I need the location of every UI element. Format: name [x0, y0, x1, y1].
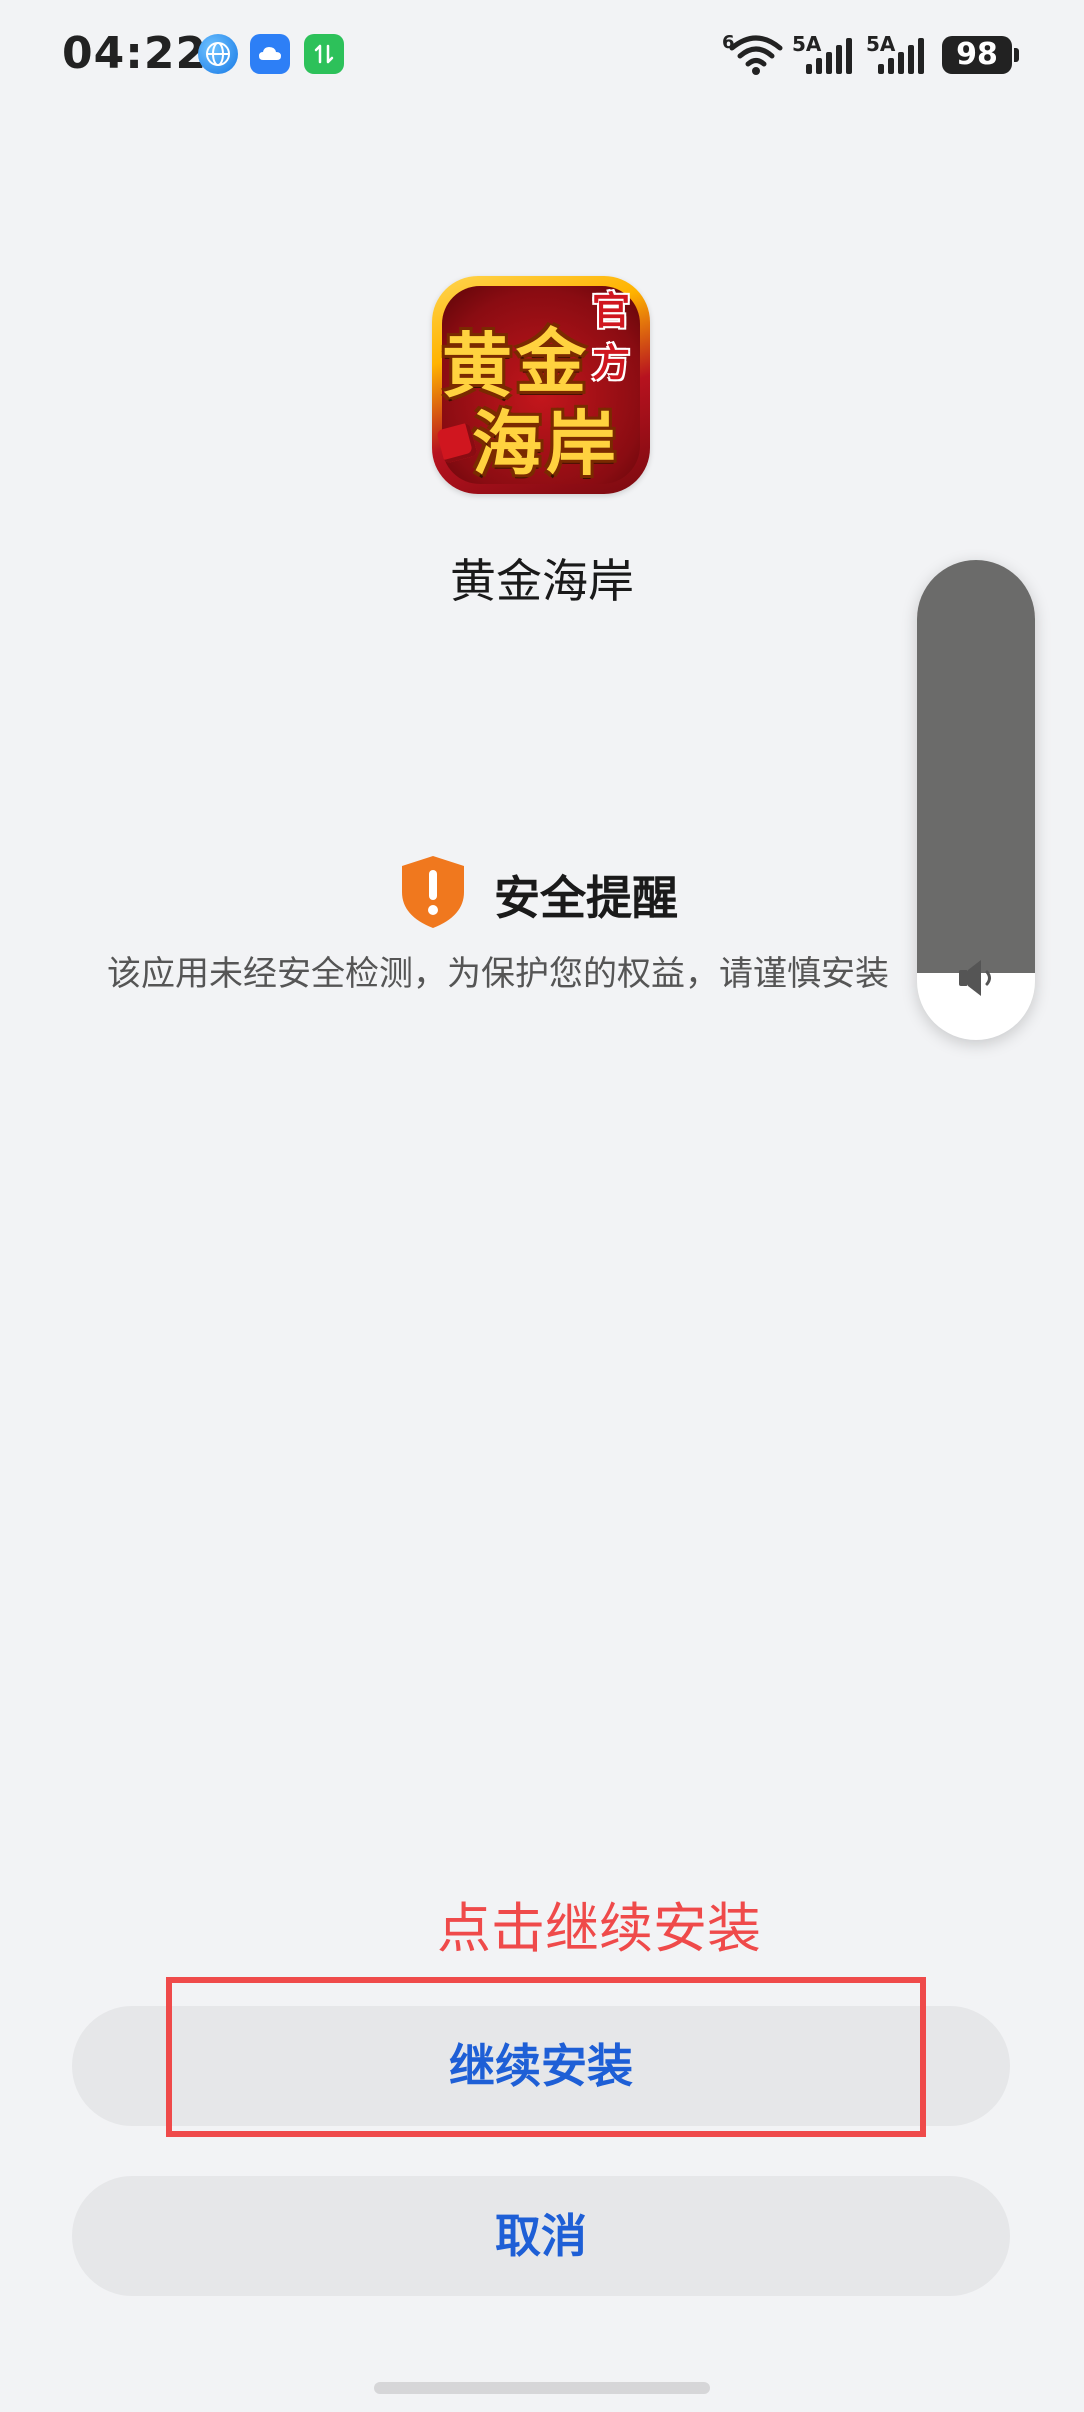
status-time: 04:22 — [62, 28, 208, 79]
logo-char: 岸 — [546, 402, 616, 485]
cancel-button[interactable]: 取消 — [72, 2176, 1010, 2296]
speaker-icon — [959, 960, 991, 996]
status-bar: 04:22 6 5A 5A 98 — [0, 0, 1084, 110]
globe-icon — [198, 34, 238, 74]
logo-char: 海 — [472, 402, 542, 485]
battery-icon: 98 — [942, 36, 1012, 74]
battery-tip — [1014, 48, 1019, 62]
signal-icon — [806, 38, 852, 74]
logo-char: 官 — [592, 288, 631, 333]
logo-char: 方 — [592, 340, 631, 385]
cloud-icon — [250, 34, 290, 74]
highlight-box — [166, 1977, 926, 2137]
volume-level — [917, 560, 1035, 973]
security-title: 安全提醒 — [494, 871, 678, 925]
shield-warning-icon — [402, 856, 464, 928]
signal-icon-2 — [878, 38, 924, 74]
app-icon: 黄 金 官 方 海 岸 — [432, 276, 650, 494]
transfer-icon — [304, 34, 344, 74]
volume-slider[interactable] — [917, 560, 1035, 1040]
hint-text: 点击继续安装 — [437, 1897, 761, 1960]
home-indicator[interactable] — [374, 2382, 710, 2394]
wifi-icon — [729, 35, 783, 75]
security-message: 该应用未经安全检测，为保护您的权益，请谨慎安装 — [107, 954, 889, 994]
